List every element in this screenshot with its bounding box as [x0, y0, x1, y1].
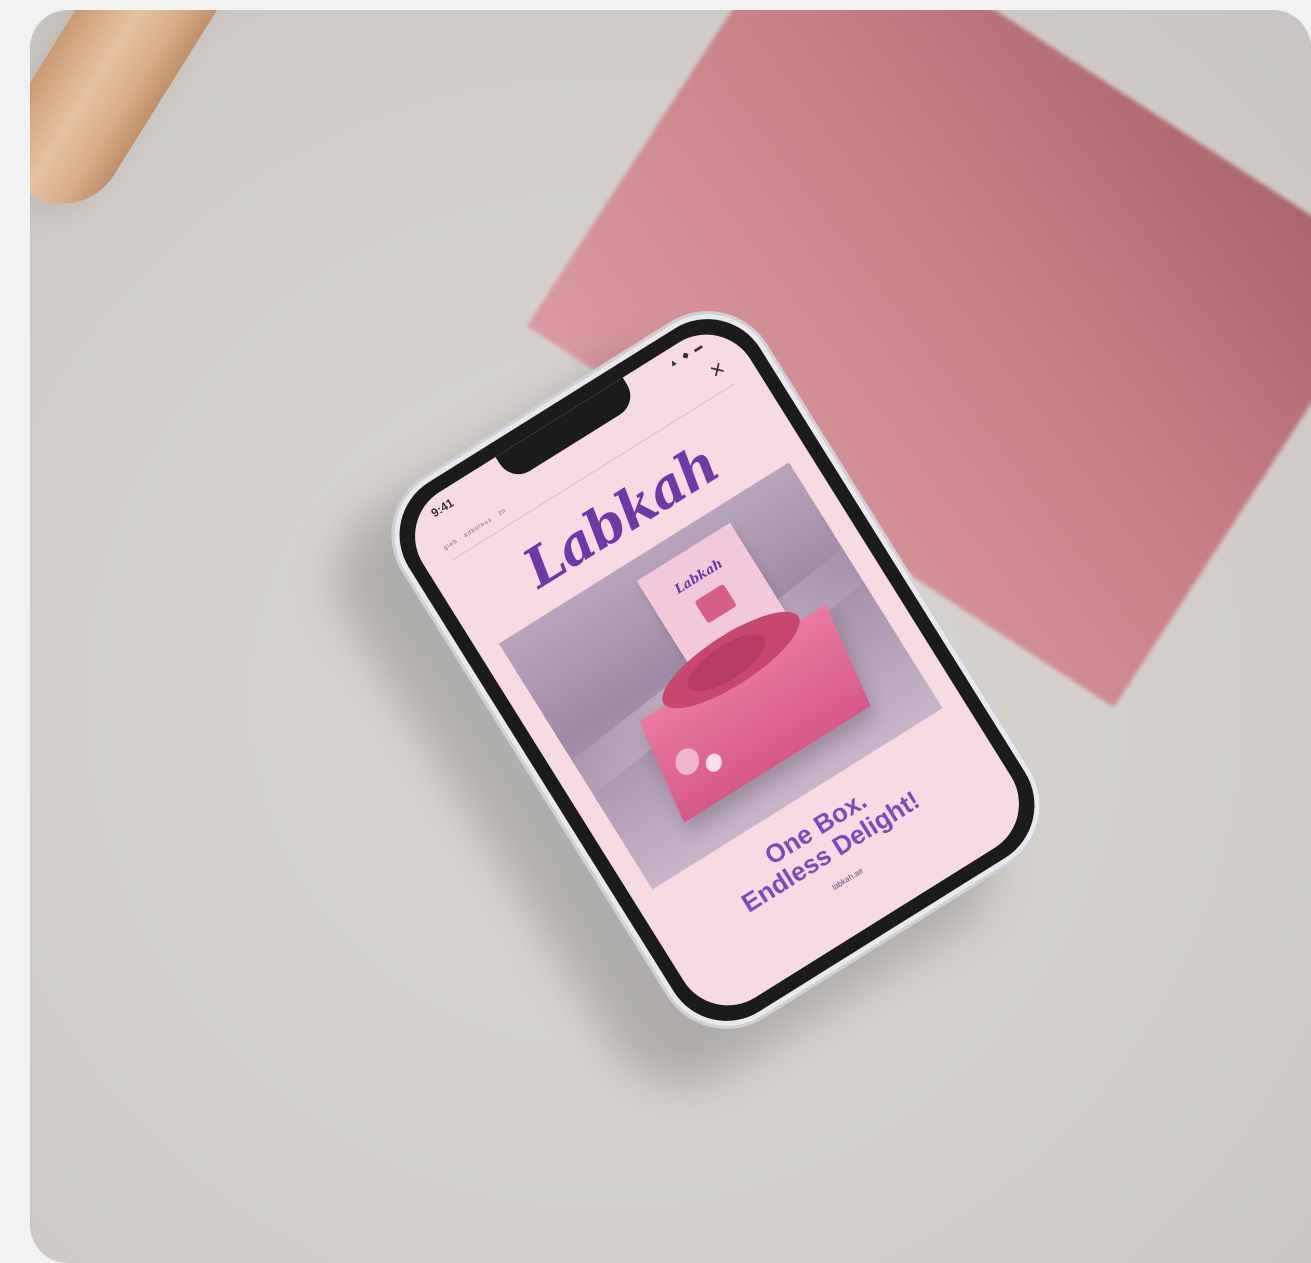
photo-frame: 9:41 ▲ ◆ ▬ gleb · adbolous · 3h ✕ Labkah… — [30, 10, 1311, 1263]
product-card-illustration — [694, 583, 737, 624]
wooden-chair-leg — [30, 10, 241, 227]
status-time: 9:41 — [428, 495, 457, 521]
close-icon[interactable]: ✕ — [706, 358, 730, 384]
email-sender: gleb · adbolous · 3h — [442, 507, 509, 552]
status-icons: ▲ ◆ ▬ — [666, 339, 706, 370]
gift-box-pattern — [663, 720, 736, 799]
